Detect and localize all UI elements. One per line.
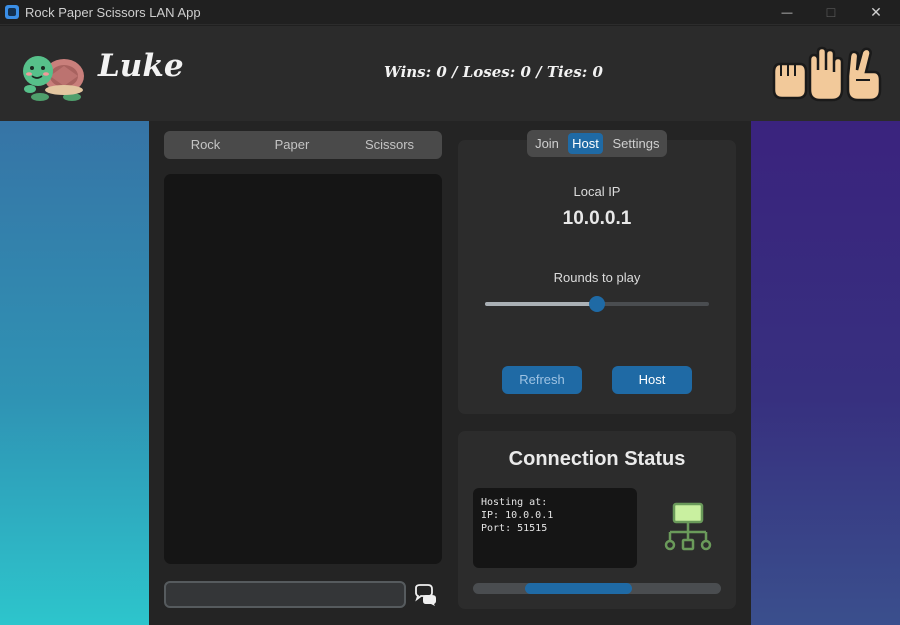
left-gradient-panel [0,121,149,625]
tab-host[interactable]: Host [568,133,603,154]
app-icon [5,5,19,19]
choice-selector: Rock Paper Scissors [164,131,442,159]
connection-progress-fill [525,583,632,594]
local-ip-value: 10.0.0.1 [562,208,632,229]
scissors-hand-icon [846,47,882,102]
connection-log-line: IP: 10.0.0.1 [481,510,554,521]
turtle-icon [23,56,84,101]
minimize-icon: — [781,6,793,19]
hand-icons [772,46,882,102]
tab-join[interactable]: Join [530,133,564,154]
connection-log: Hosting at: IP: 10.0.0.1 Port: 51515 [473,488,637,568]
maximize-button[interactable]: ☐ [808,0,854,25]
choice-rock-button[interactable]: Rock [164,131,247,159]
game-display [164,174,442,564]
connection-log-line: Hosting at: [481,497,548,508]
connection-progress-bar [473,583,721,594]
chat-input[interactable] [164,581,406,608]
chat-bubbles-icon[interactable] [412,583,438,607]
tab-settings[interactable]: Settings [608,133,664,154]
connection-status-title: Connection Status [508,448,686,470]
choice-scissors-button[interactable]: Scissors [337,131,442,159]
title-bar: Rock Paper Scissors LAN App — ☐ ✕ [0,0,900,25]
close-button[interactable]: ✕ [853,0,899,25]
network-icon [664,502,712,551]
connection-log-line: Port: 51515 [481,523,548,534]
header: Luke Wins: 0 / Loses: 0 / Ties: 0 [0,26,900,121]
rounds-slider-fill [485,302,597,306]
refresh-button[interactable]: Refresh [502,366,582,394]
rock-hand-icon [772,62,808,100]
rounds-label: Rounds to play [553,270,641,285]
choice-paper-button[interactable]: Paper [247,131,337,159]
paper-hand-icon [808,46,844,102]
mode-tabs: Join Host Settings [527,130,667,157]
close-icon: ✕ [870,4,882,20]
username: Luke [98,48,184,84]
minimize-button[interactable]: — [764,0,810,25]
window-title: Rock Paper Scissors LAN App [25,5,201,20]
host-button[interactable]: Host [612,366,692,394]
rounds-slider-thumb[interactable] [589,296,605,312]
local-ip-label: Local IP [573,184,621,199]
maximize-icon: ☐ [825,5,837,20]
score-text: Wins: 0 / Loses: 0 / Ties: 0 [384,63,603,81]
right-gradient-panel [751,121,900,625]
